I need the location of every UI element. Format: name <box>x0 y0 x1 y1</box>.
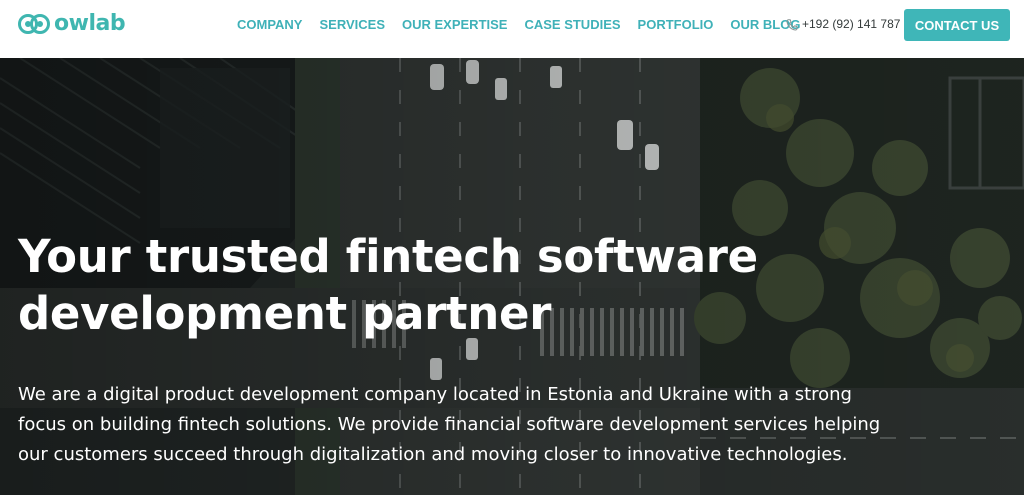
nav-item-our-expertise[interactable]: OUR EXPERTISE <box>402 16 507 33</box>
owl-eyes-icon <box>18 14 50 34</box>
intro-line-3: our customers succeed through digitaliza… <box>18 444 848 465</box>
logo-text: owlab <box>54 11 126 36</box>
phone-icon <box>786 18 798 31</box>
nav-item-case-studies[interactable]: CASE STUDIES <box>524 16 620 33</box>
intro-line-2: focus on building fintech solutions. We … <box>18 414 881 435</box>
intro-line-1: We are a digital product development com… <box>18 384 852 405</box>
nav-item-services[interactable]: SERVICES <box>319 16 385 33</box>
hero-intro: We are a digital product development com… <box>18 380 881 470</box>
logo[interactable]: owlab <box>18 10 126 38</box>
phone-number: +192 (92) 141 787 <box>802 17 901 31</box>
phone-contact[interactable]: +192 (92) 141 787 <box>786 16 900 33</box>
headline-line-2: development partner <box>18 287 552 340</box>
nav-item-portfolio[interactable]: PORTFOLIO <box>638 16 714 33</box>
nav-item-company[interactable]: COMPANY <box>237 16 302 33</box>
hero-headline: Your trusted fintech software developmen… <box>18 228 778 342</box>
headline-line-1: Your trusted fintech software <box>18 230 758 283</box>
contact-us-button[interactable]: CONTACT US <box>904 9 1010 41</box>
main-nav: COMPANY SERVICES OUR EXPERTISE CASE STUD… <box>237 16 817 33</box>
hero-section: Your trusted fintech software developmen… <box>0 58 1024 495</box>
site-header: owlab COMPANY SERVICES OUR EXPERTISE CAS… <box>0 0 1024 58</box>
